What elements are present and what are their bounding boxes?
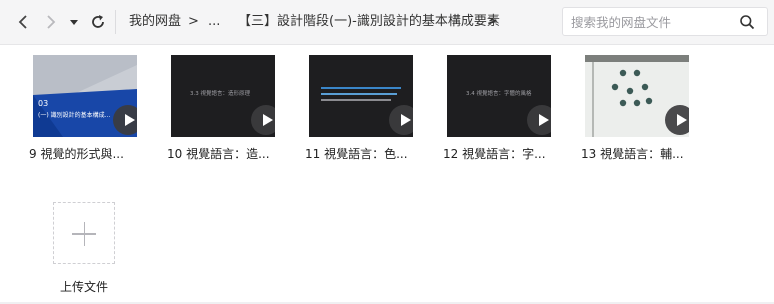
chevron-left-icon (18, 15, 27, 29)
upload-label[interactable]: 上传文件 (60, 279, 108, 295)
play-icon (113, 105, 137, 135)
breadcrumb-my-drive[interactable]: 我的网盘 (129, 13, 181, 31)
play-icon (389, 105, 413, 135)
caret-down-icon (70, 20, 78, 25)
toolbar: 我的网盘 > ... 【三】設計階段(一)-識別設計的基本構成要素 > (0, 0, 774, 45)
back-button[interactable] (14, 12, 34, 32)
breadcrumb-ellipsis[interactable]: ... (208, 13, 220, 31)
play-icon (251, 105, 275, 135)
refresh-button[interactable] (88, 12, 108, 32)
file-name[interactable]: 11 視覺語言：色... (305, 146, 408, 162)
thumbnail-caption: 3.4 視覺語言：字體的風格 (466, 91, 532, 97)
plus-icon (83, 222, 85, 246)
play-icon (665, 105, 689, 135)
video-thumbnail[interactable] (585, 55, 689, 137)
video-thumbnail[interactable]: 03 (一) 識別設計的基本構成... (33, 55, 137, 137)
file-name[interactable]: 10 視覺語言：造... (167, 146, 270, 162)
breadcrumb-separator: > (487, 14, 498, 29)
breadcrumb-current-folder[interactable]: 【三】設計階段(一)-識別設計的基本構成要素 (238, 13, 500, 31)
play-icon (527, 105, 551, 135)
file-name[interactable]: 9 視覺的形式與... (29, 146, 124, 162)
search-icon[interactable] (739, 14, 755, 30)
forward-button[interactable] (40, 12, 60, 32)
thumbnail-caption: (一) 識別設計的基本構成... (38, 112, 111, 119)
search-box[interactable] (562, 7, 768, 36)
video-thumbnail[interactable] (309, 55, 413, 137)
breadcrumb-separator: > (188, 14, 199, 29)
chevron-right-icon (47, 15, 56, 29)
video-thumbnail[interactable]: 3.3 視覺語言：造形原理 (171, 55, 275, 137)
history-dropdown-button[interactable] (67, 12, 81, 32)
video-thumbnail[interactable]: 3.4 視覺語言：字體的風格 (447, 55, 551, 137)
refresh-icon (92, 15, 104, 28)
file-name[interactable]: 12 視覺語言：字... (443, 146, 546, 162)
file-name[interactable]: 13 視覺語言：輔... (581, 146, 684, 162)
upload-button[interactable] (53, 202, 115, 264)
thumbnail-number: 03 (38, 99, 49, 108)
thumbnail-caption: 3.3 視覺語言：造形原理 (190, 91, 250, 97)
toolbar-divider (115, 10, 116, 34)
search-input[interactable] (569, 12, 733, 33)
